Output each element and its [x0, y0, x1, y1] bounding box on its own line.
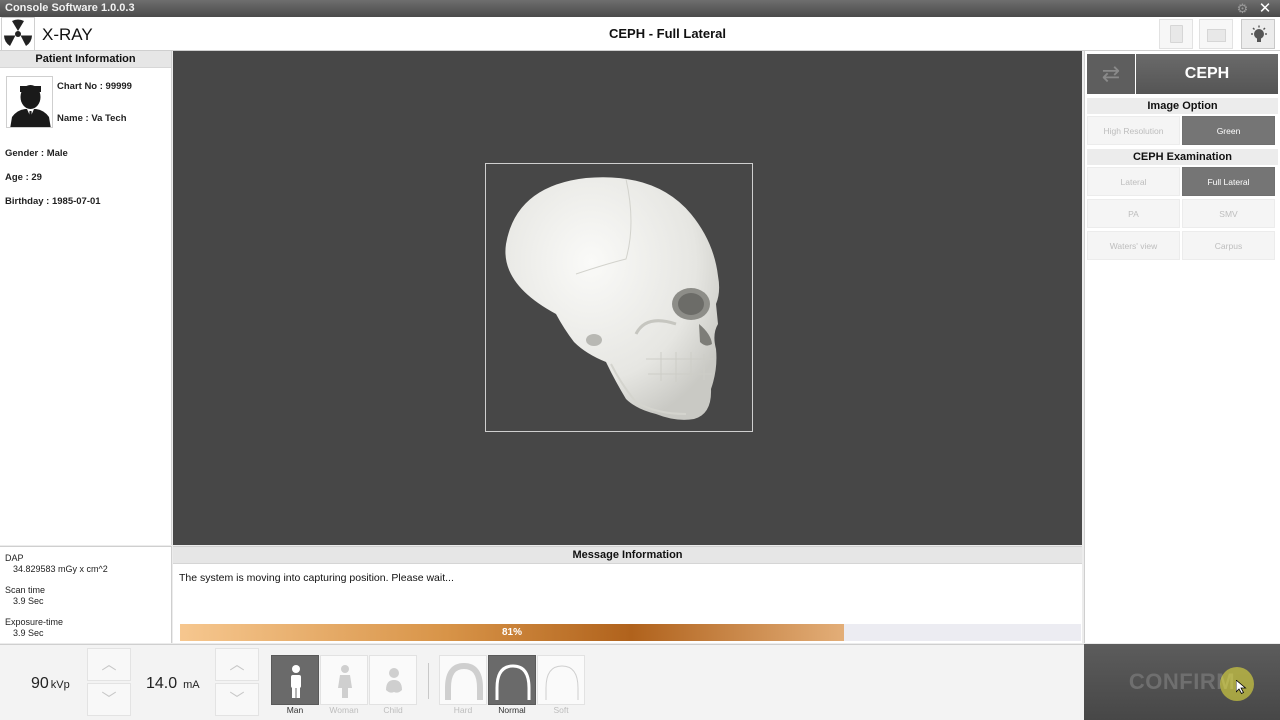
dap-value: 34.829583 mGy x cm^2 — [13, 564, 108, 574]
image-option-high-resolution[interactable]: High Resolution — [1087, 116, 1180, 145]
xray-lamp-button[interactable] — [1241, 19, 1275, 49]
exam-option-pa[interactable]: PA — [1087, 199, 1180, 228]
patient-age: Age : 29 — [5, 172, 42, 183]
patient-birthday: Birthday : 1985-07-01 — [5, 196, 101, 207]
exam-option-smv[interactable]: SMV — [1182, 199, 1275, 228]
scan-time-value: 3.9 Sec — [13, 596, 44, 606]
ma-up-button[interactable]: ︿ — [215, 648, 259, 681]
patient-type-label: Woman — [329, 705, 359, 715]
ceph-options-panel: ⇄ CEPH Image Option High Resolution Green… — [1084, 51, 1280, 643]
mouse-cursor-icon — [1236, 680, 1247, 694]
patient-type-child-button[interactable] — [369, 655, 417, 705]
folder-icon — [1207, 29, 1226, 42]
exposure-time-value: 3.9 Sec — [13, 628, 44, 638]
exam-option-lateral[interactable]: Lateral — [1087, 167, 1180, 196]
dose-stats-panel: DAP 34.829583 mGy x cm^2 Scan time 3.9 S… — [0, 546, 172, 643]
ma-down-button[interactable]: ﹀ — [215, 683, 259, 716]
swap-arrows-icon: ⇄ — [1101, 61, 1121, 86]
progress-bar: 81% — [180, 624, 1081, 641]
chevron-down-icon: ﹀ — [229, 691, 245, 708]
chevron-up-icon: ︿ — [101, 656, 117, 673]
document-icon — [1170, 25, 1183, 43]
kvp-up-button[interactable]: ︿ — [87, 648, 131, 681]
exposure-time-label: Exposure-time — [5, 617, 64, 627]
image-frame — [485, 163, 753, 432]
arch-hard-button[interactable] — [439, 655, 487, 705]
arch-soft-button[interactable] — [537, 655, 585, 705]
patient-avatar-icon — [6, 76, 53, 128]
close-icon[interactable]: ✕ — [1256, 0, 1274, 17]
image-option-green[interactable]: Green — [1182, 116, 1275, 145]
ma-unit: mA — [183, 679, 200, 691]
kvp-down-button[interactable]: ﹀ — [87, 683, 131, 716]
document-button[interactable] — [1159, 19, 1193, 49]
status-message: The system is moving into capturing posi… — [179, 572, 454, 584]
exam-option-waters-view[interactable]: Waters' view — [1087, 231, 1180, 260]
patient-name: Name : Va Tech — [57, 113, 127, 124]
window-title: Console Software 1.0.0.3 — [5, 2, 135, 14]
patient-type-man-button[interactable] — [271, 655, 319, 705]
kvp-unit: kVp — [50, 679, 70, 691]
image-option-heading: Image Option — [1087, 98, 1278, 114]
ma-readout: 14.0 mA — [146, 675, 200, 693]
patient-info-heading: Patient Information — [0, 51, 171, 68]
divider — [428, 663, 429, 699]
chevron-down-icon: ﹀ — [101, 691, 117, 708]
exam-option-full-lateral[interactable]: Full Lateral — [1182, 167, 1275, 196]
exposure-controls: 90 kVp ︿ ﹀ 14.0 mA ︿ ﹀ Man Woman Child Hard N… — [0, 644, 1084, 720]
progress-label: 81% — [501, 627, 522, 638]
arch-type-label: Hard — [453, 705, 473, 715]
ceph-exam-heading: CEPH Examination — [1087, 149, 1278, 165]
patient-type-label: Man — [286, 705, 304, 715]
patient-type-woman-button[interactable] — [320, 655, 368, 705]
patient-type-label: Child — [383, 705, 403, 715]
scan-time-label: Scan time — [5, 585, 46, 595]
progress-fill: 81% — [180, 624, 844, 641]
dap-label: DAP — [5, 553, 24, 563]
arch-type-label: Soft — [553, 705, 569, 715]
kvp-value: 90 — [31, 675, 49, 692]
folder-button[interactable] — [1199, 19, 1233, 49]
page-title: CEPH - Full Lateral — [608, 26, 727, 41]
ma-value: 14.0 — [146, 675, 178, 692]
chevron-up-icon: ︿ — [229, 656, 245, 673]
lightbulb-icon — [1251, 25, 1267, 42]
arch-normal-button[interactable] — [488, 655, 536, 705]
app-header: X-RAY CEPH - Full Lateral — [0, 17, 1280, 51]
patient-panel: Patient Information Chart No : 99999 Nam… — [0, 51, 172, 545]
tab-ceph[interactable]: CEPH — [1136, 54, 1278, 94]
kvp-readout: 90 kVp — [31, 675, 70, 693]
arch-type-label: Normal — [498, 705, 526, 715]
skull-image — [505, 177, 720, 420]
image-viewport — [173, 51, 1082, 545]
chart-no: Chart No : 99999 — [57, 81, 132, 92]
message-heading: Message Information — [173, 547, 1082, 564]
exam-option-carpus[interactable]: Carpus — [1182, 231, 1275, 260]
patient-gender: Gender : Male — [5, 148, 68, 159]
settings-gear-icon[interactable]: ⚙ — [1235, 1, 1250, 16]
switch-mode-button[interactable]: ⇄ — [1087, 54, 1135, 94]
message-panel: Message Information The system is moving… — [173, 546, 1082, 643]
window-titlebar: Console Software 1.0.0.3 ⚙ ✕ — [0, 0, 1280, 17]
